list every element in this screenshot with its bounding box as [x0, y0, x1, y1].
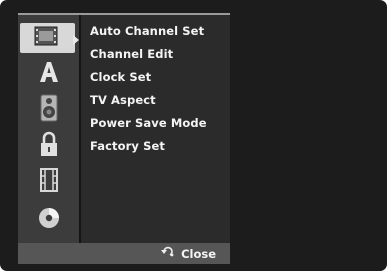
menu-items-list: Auto Channel Set Channel Edit Clock Set …	[90, 23, 207, 161]
letter-a-icon	[36, 59, 62, 89]
column-separator	[79, 15, 81, 247]
film-strip-icon	[38, 167, 60, 197]
return-arrow-icon	[161, 246, 175, 261]
padlock-icon	[37, 130, 61, 162]
setup-menu-panel: Auto Channel Set Channel Edit Clock Set …	[18, 13, 230, 247]
menu-item-channel-edit[interactable]: Channel Edit	[90, 46, 207, 69]
category-audio[interactable]	[18, 94, 79, 126]
category-recording[interactable]	[18, 167, 79, 197]
film-frame-icon	[33, 24, 63, 52]
menu-footer: Close	[18, 243, 230, 264]
menu-item-power-save-mode[interactable]: Power Save Mode	[90, 115, 207, 138]
category-column	[18, 15, 79, 247]
menu-item-auto-channel-set[interactable]: Auto Channel Set	[90, 23, 207, 46]
disc-icon	[37, 206, 61, 234]
category-disc[interactable]	[18, 205, 79, 235]
category-language[interactable]	[18, 59, 79, 89]
close-label: Close	[181, 246, 216, 261]
menu-item-clock-set[interactable]: Clock Set	[90, 69, 207, 92]
category-lock[interactable]	[18, 131, 79, 161]
osd-screen: Auto Channel Set Channel Edit Clock Set …	[0, 0, 387, 271]
menu-item-factory-set[interactable]: Factory Set	[90, 138, 207, 161]
close-button[interactable]: Close	[161, 245, 216, 262]
menu-item-tv-aspect[interactable]: TV Aspect	[90, 92, 207, 115]
speaker-icon	[37, 94, 61, 126]
category-general[interactable]	[20, 23, 75, 53]
